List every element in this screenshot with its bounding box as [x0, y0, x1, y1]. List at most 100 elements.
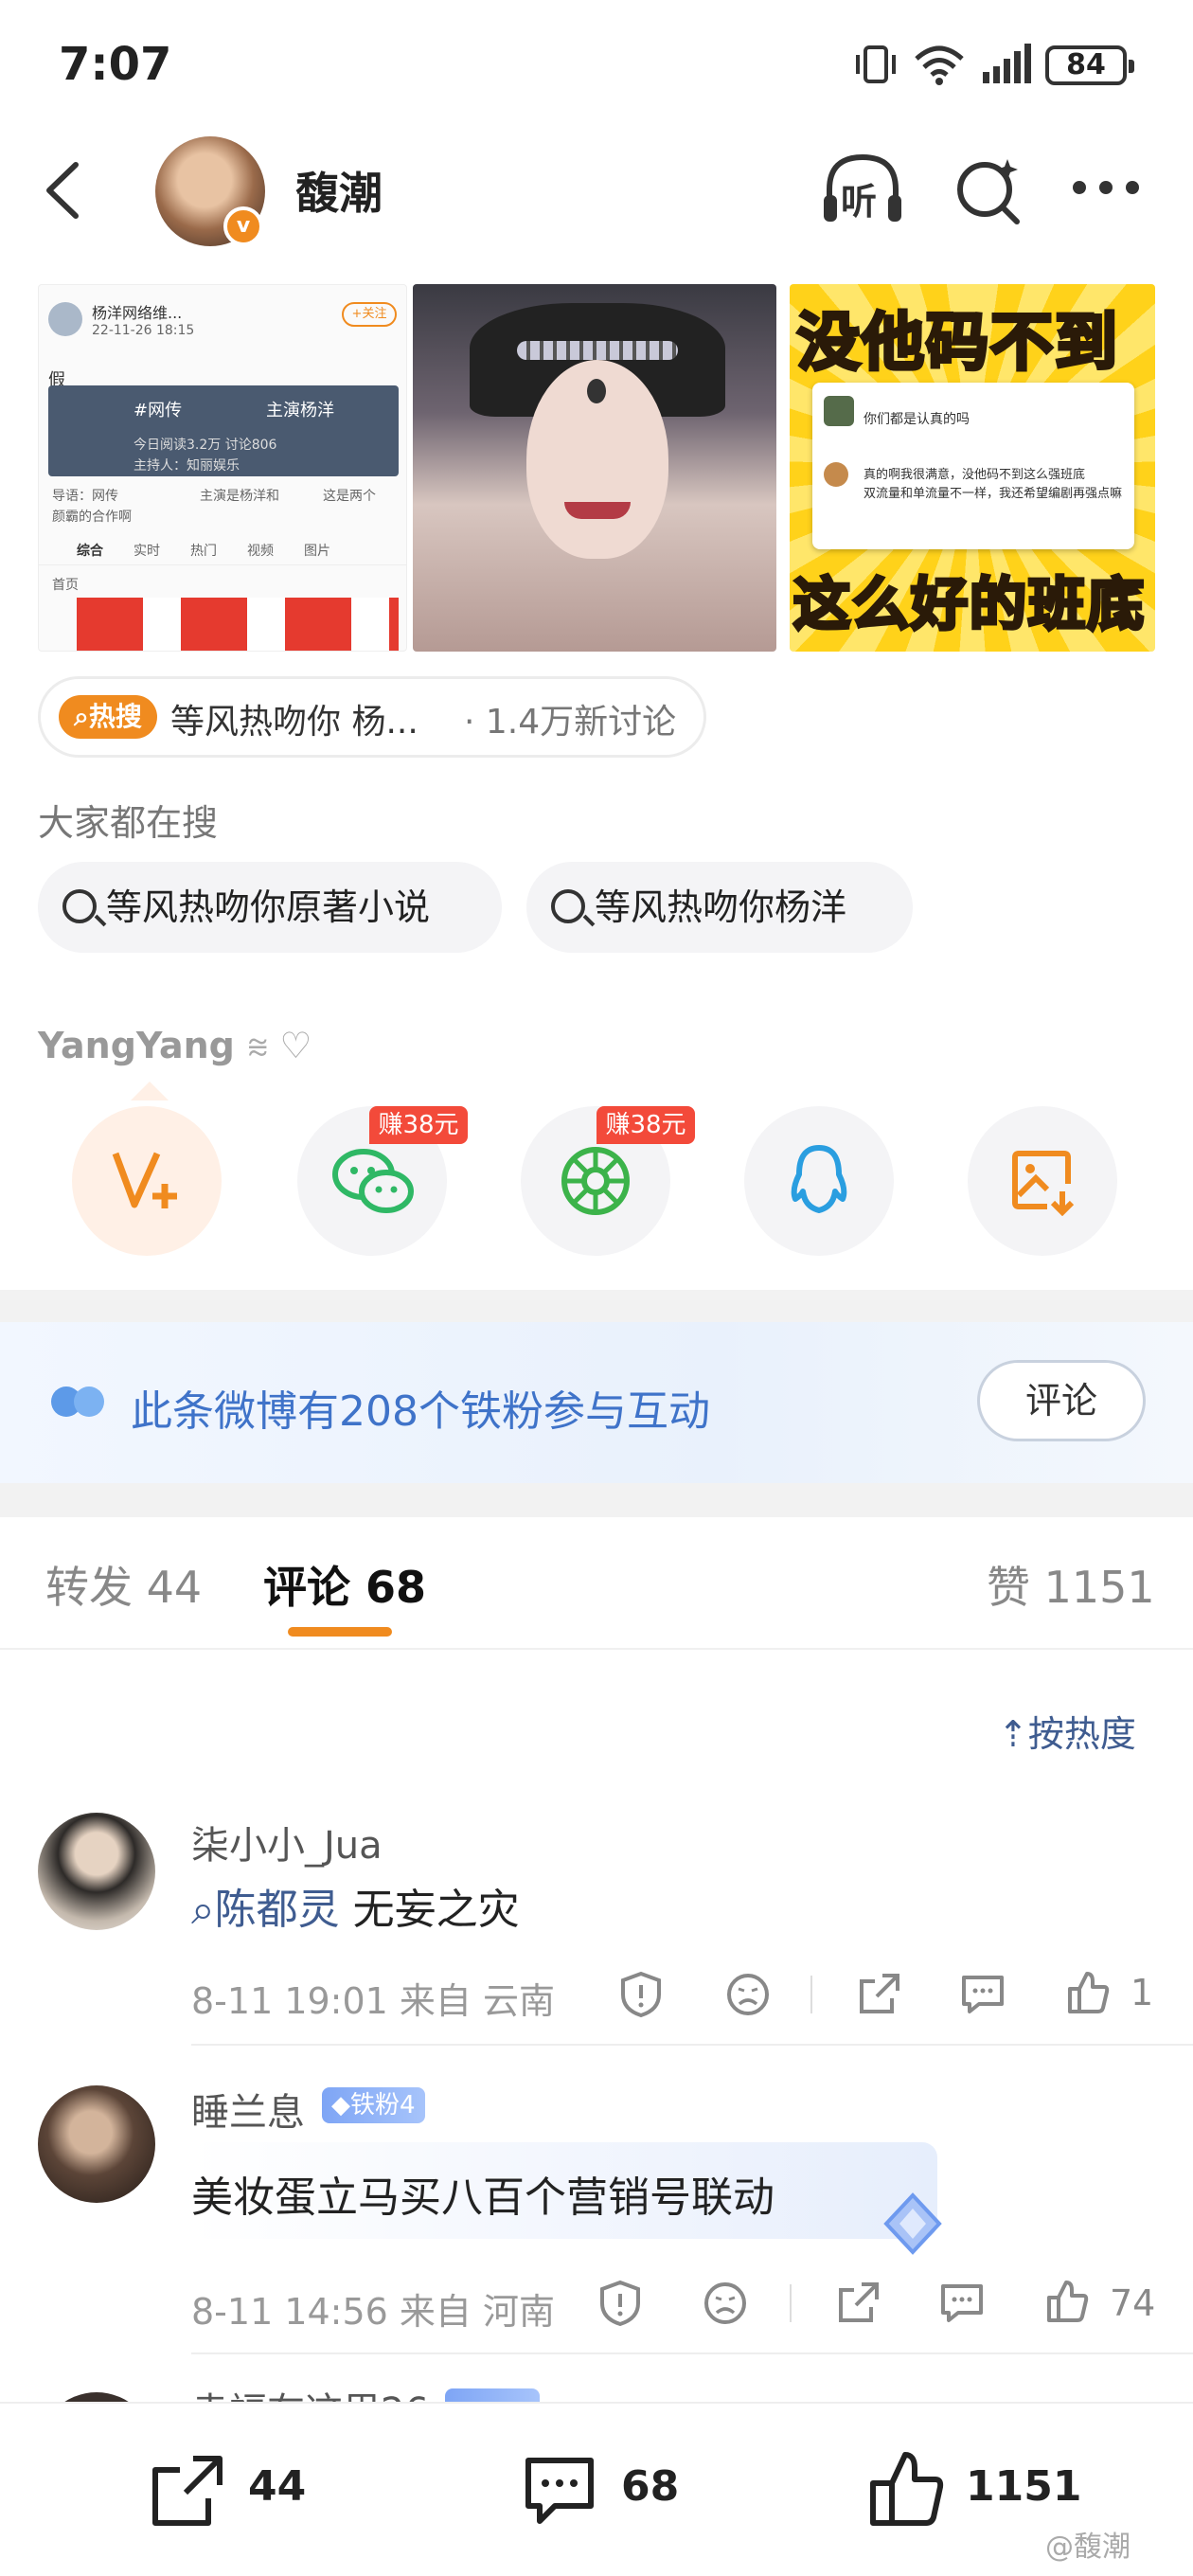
share-icon[interactable]: [835, 2279, 882, 2326]
signal-icon: [983, 44, 1031, 83]
comment-divider: [191, 2044, 1193, 2046]
comment-avatar[interactable]: [38, 1813, 155, 1930]
headpiece-shape: [517, 341, 678, 360]
diamond-decor-icon: [883, 2192, 942, 2255]
hot-search-badge: ⌕热搜: [59, 695, 157, 739]
comment-icon[interactable]: [519, 2451, 600, 2531]
action-divider: [790, 2284, 792, 2322]
verified-badge: v: [223, 206, 263, 246]
tab-like[interactable]: 赞 1151: [987, 1553, 1155, 1616]
wifi-icon: [915, 45, 964, 85]
comment-meta: 8-11 19:01 来自 云南: [191, 1980, 555, 2022]
meme-top-text: 没他码不到: [795, 304, 1119, 381]
like-count-bottom[interactable]: 1151: [966, 2462, 1081, 2511]
mini-home: 首页: [52, 578, 79, 593]
mini-intro: 导语：网传: [52, 489, 118, 504]
repost-icon[interactable]: [148, 2451, 227, 2531]
search-sparkle-icon[interactable]: [951, 153, 1026, 229]
reply-icon[interactable]: [958, 1970, 1007, 2017]
share-qq-button[interactable]: [744, 1106, 894, 1256]
search-icon: [62, 889, 97, 923]
account-name[interactable]: 馥潮: [295, 159, 383, 222]
mini-follow: +关注: [342, 302, 397, 327]
tab-divider: [0, 1648, 1193, 1650]
mouth-shape: [564, 502, 631, 519]
reply-icon[interactable]: [937, 2279, 987, 2326]
more-icon[interactable]: [1068, 176, 1144, 199]
post-image-1[interactable]: 杨洋网络维... 22-11-26 18:15 +关注 假 #网传 主演杨洋 今…: [38, 284, 407, 652]
action-divider: [810, 1976, 812, 2013]
report-icon[interactable]: [598, 2279, 642, 2328]
search-icon: [551, 889, 585, 923]
search-icon: ⌕: [74, 701, 89, 732]
earn-badge-moments: 赚38元: [596, 1106, 695, 1144]
watermark: @馥潮: [1045, 2531, 1131, 2564]
meme-comment-card: 你们都是认真的吗 真的啊我很满意，没他码不到这么强班底 双流量和单流量不一样，我…: [812, 383, 1134, 549]
share-username: YangYang ⩬ ♡: [38, 1025, 312, 1066]
sort-by-heat-button[interactable]: ⇡按热度: [998, 1705, 1136, 1757]
mini-intro-4: 颜霸的合作啊: [52, 510, 132, 525]
share-vplus-button[interactable]: [72, 1106, 222, 1256]
like-icon[interactable]: [865, 2447, 947, 2531]
post-image-2[interactable]: [413, 284, 776, 652]
comment-meta: 8-11 14:56 来自 河南: [191, 2291, 555, 2333]
mini-date: 22-11-26 18:15: [92, 323, 195, 338]
forehead-jewel: [587, 379, 606, 403]
mini-host: 主持人：知丽娱乐: [134, 458, 240, 474]
back-arrow-icon[interactable]: [38, 159, 85, 222]
mini-avatar: [48, 302, 82, 336]
hot-search-text: 等风热吻你 杨...: [170, 703, 418, 742]
save-image-icon: [1012, 1151, 1075, 1216]
status-bar: 7:07 84: [0, 0, 1193, 133]
meme-bottom-text: 这么好的班底: [792, 570, 1146, 640]
comment-author[interactable]: 睡兰息: [191, 2082, 305, 2137]
battery-indicator: 84: [1045, 45, 1134, 85]
moments-icon: [561, 1147, 630, 1215]
like-icon[interactable]: [1064, 1968, 1112, 2015]
like-icon[interactable]: [1043, 2277, 1091, 2324]
comment-author[interactable]: 柒小小_Jua: [191, 1815, 383, 1869]
search-chip-novel[interactable]: 等风热吻你原著小说: [38, 862, 502, 953]
share-icon[interactable]: [856, 1970, 903, 2017]
vibrate-icon: [856, 45, 896, 83]
comment-count[interactable]: 68: [621, 2462, 679, 2511]
wechat-icon: [332, 1149, 414, 1213]
dislike-face-icon[interactable]: [725, 1972, 771, 2017]
qq-icon: [791, 1145, 847, 1213]
mini-stats: 今日阅读3.2万 讨论806: [134, 438, 277, 453]
earn-badge-wechat: 赚38元: [369, 1106, 468, 1144]
red-graphic: [77, 598, 399, 651]
dislike-face-icon[interactable]: [703, 2281, 748, 2326]
like-count: 74: [1110, 2282, 1156, 2324]
like-count: 1: [1131, 1972, 1154, 2013]
share-save-image-button[interactable]: [968, 1106, 1117, 1256]
tab-active-indicator: [288, 1627, 392, 1637]
divider-band: [0, 1290, 1193, 1322]
status-time: 7:07: [59, 38, 172, 91]
listen-label: 听: [841, 181, 878, 223]
fan-level-badge: ◆铁粉4: [322, 2087, 425, 2123]
v-plus-icon: [112, 1152, 177, 1208]
mini-intro-3: 这是两个: [323, 489, 376, 504]
comment-avatar[interactable]: [38, 2085, 155, 2203]
tab-comment[interactable]: 评论 68: [263, 1553, 426, 1616]
search-chip-yangyang[interactable]: 等风热吻你杨洋: [526, 862, 913, 953]
comment-text: 美妆蛋立马买八百个营销号联动: [191, 2174, 775, 2222]
report-icon[interactable]: [619, 1970, 663, 2019]
hot-search-count: · 1.4万新讨论: [464, 703, 677, 742]
fans-banner-text: 此条微博有208个铁粉参与互动: [131, 1387, 710, 1436]
repost-count[interactable]: 44: [248, 2462, 306, 2511]
tab-repost[interactable]: 转发 44: [45, 1553, 202, 1616]
mention-link[interactable]: ⌕陈都灵: [191, 1886, 340, 1934]
diamond-icon: ◆: [331, 2091, 350, 2120]
mini-intro-2: 主演是杨洋和: [200, 489, 279, 504]
mini-tabs: 综合 实时 热门 视频 图片: [39, 537, 406, 565]
sort-icon: ⇡: [998, 1713, 1028, 1755]
listen-button[interactable]: 听: [820, 152, 905, 227]
everyone-search-label: 大家都在搜: [38, 802, 219, 844]
share-pointer: [131, 1082, 169, 1100]
post-image-3[interactable]: 没他码不到 你们都是认真的吗 真的啊我很满意，没他码不到这么强班底 双流量和单流…: [790, 284, 1155, 652]
fans-icon: [51, 1386, 104, 1417]
fans-comment-button[interactable]: 评论: [977, 1360, 1146, 1441]
comment-divider: [191, 2352, 1193, 2354]
